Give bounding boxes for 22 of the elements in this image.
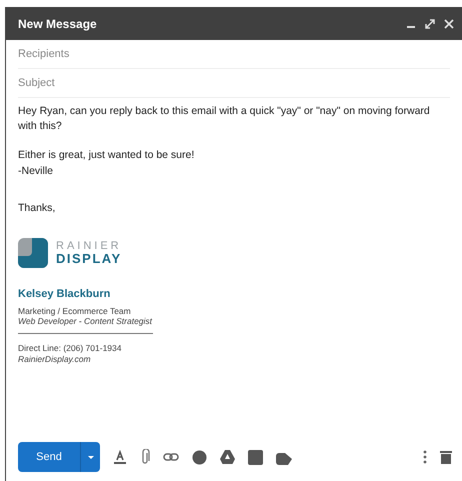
logo-wordmark: RAINIER: [56, 241, 122, 252]
signature-role: Web Developer - Content Strategist: [18, 316, 154, 326]
logo-icon: [18, 238, 48, 268]
signature-name: Kelsey Blackburn: [18, 288, 112, 300]
message-paragraph: Hey Ryan, can you reply back to this email with a quick "yay" or "nay" on moving forward with this?: [18, 104, 431, 134]
logo-wordmark: DISPLAY: [56, 252, 122, 266]
expand-icon[interactable]: [425, 18, 435, 28]
send-button[interactable]: Send: [18, 442, 80, 472]
trash-icon[interactable]: [440, 450, 452, 464]
more-options-icon[interactable]: [423, 450, 427, 464]
send-options-button[interactable]: [80, 442, 100, 472]
text-format-icon[interactable]: [113, 450, 127, 464]
signature-phone: Direct Line: (206) 701-1934: [18, 343, 122, 354]
attachment-icon[interactable]: [140, 449, 150, 465]
caret-icon: [88, 456, 94, 458]
signature-website: RainierDisplay.com: [18, 354, 92, 364]
window-title: New Message: [18, 16, 97, 30]
close-icon[interactable]: [444, 18, 454, 28]
signature-team: Marketing / Ecommerce Team: [18, 306, 132, 316]
message-paragraph: Either is great, just wanted to be sure! -Neville: [18, 148, 196, 179]
message-paragraph: Thanks,: [18, 200, 56, 216]
link-icon[interactable]: [163, 452, 179, 462]
